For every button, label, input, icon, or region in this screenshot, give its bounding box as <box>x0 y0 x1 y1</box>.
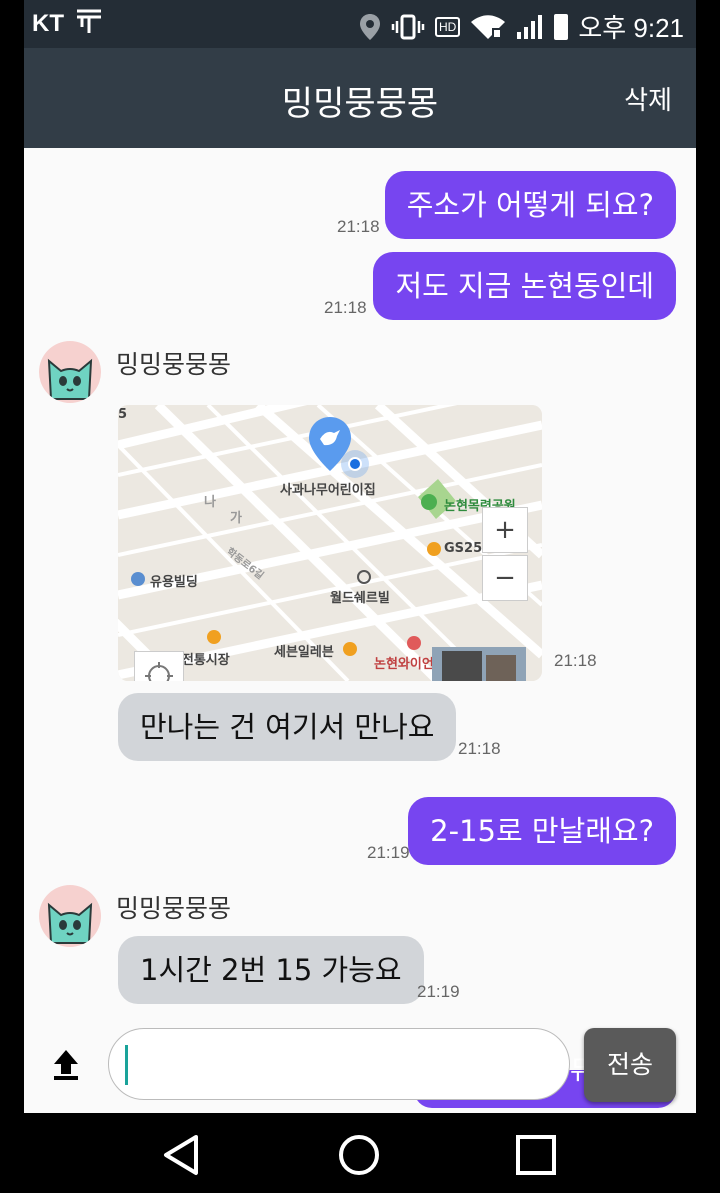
recents-icon[interactable] <box>514 1133 558 1177</box>
street-view-thumbnail[interactable] <box>432 647 526 681</box>
map-label: 월드쉐르빌 <box>330 591 390 606</box>
message-bubble-incoming[interactable]: 1시간 2번 15 가능요 <box>118 936 424 1004</box>
message-composer: 듀 전송 <box>24 1010 696 1113</box>
chat-list[interactable]: 주소가 어떻게 되요? 21:18 저도 지금 논현동인데 21:18 밍밍뭉뭉… <box>24 148 696 1113</box>
map-label: GS25 <box>444 541 483 556</box>
map-label: 논현와이언 <box>374 657 434 672</box>
convenience-store-icon <box>343 642 357 656</box>
sender-name: 밍밍뭉뭉몽 <box>116 350 232 379</box>
carrier-logo-icon <box>76 9 101 33</box>
home-icon[interactable] <box>337 1133 381 1177</box>
message-input[interactable] <box>108 1028 570 1100</box>
message-time: 21:19 <box>417 982 460 1001</box>
signal-icon <box>517 14 543 39</box>
status-icons: HD 오후 9:21 <box>359 8 684 45</box>
message-time: 21:18 <box>324 298 367 317</box>
text-caret <box>125 1045 128 1085</box>
upload-button[interactable] <box>48 1046 84 1082</box>
zoom-in-button[interactable]: + <box>482 507 528 553</box>
cat-avatar-icon <box>47 358 93 400</box>
building-icon <box>131 572 145 586</box>
wifi-icon <box>471 14 506 39</box>
landmark-icon <box>357 570 371 584</box>
message-time: 21:18 <box>554 651 597 670</box>
chat-title: 밍밍뭉뭉몽 <box>281 84 439 124</box>
map-label: 사과나무어린이집 <box>280 483 376 498</box>
message-time: 21:18 <box>458 739 501 758</box>
carrier-label: KT <box>32 8 103 38</box>
map-label: 나 <box>204 495 216 510</box>
sender-name: 밍밍뭉뭉몽 <box>116 894 232 923</box>
battery-icon <box>554 13 569 40</box>
park-icon <box>421 494 437 510</box>
map-label: 가 <box>230 511 242 526</box>
map-label: 5 <box>118 407 128 422</box>
message-bubble-outgoing[interactable]: 2-15로 만날래요? <box>408 797 676 865</box>
map-label: 세븐일레븐 <box>274 645 334 660</box>
my-location-button[interactable] <box>134 651 184 681</box>
clock: 오후 9:21 <box>578 13 684 43</box>
send-button[interactable]: 전송 <box>584 1028 676 1102</box>
status-bar: KT HD 오후 9:21 <box>24 0 696 48</box>
message-time: 21:19 <box>367 843 410 862</box>
zoom-out-button[interactable]: − <box>482 555 528 601</box>
current-location-icon <box>341 450 369 478</box>
location-icon <box>359 13 380 40</box>
navigation-bar <box>0 1113 720 1193</box>
upload-icon <box>54 1050 78 1080</box>
message-bubble-outgoing[interactable]: 저도 지금 논현동인데 <box>373 252 676 320</box>
message-bubble-outgoing[interactable]: 주소가 어떻게 되요? <box>384 171 676 239</box>
back-icon[interactable] <box>160 1133 204 1177</box>
avatar[interactable] <box>39 341 101 403</box>
cat-avatar-icon <box>47 902 93 944</box>
map-message[interactable]: 5 나 가 사과나무어린이집 논현목련공원 GS25 유용빌딩 월드쉐르빌 학동… <box>118 405 542 681</box>
avatar[interactable] <box>39 885 101 947</box>
message-bubble-incoming[interactable]: 만나는 건 여기서 만나요 <box>118 693 457 761</box>
building-photo-icon <box>432 647 526 681</box>
store-icon <box>427 542 441 556</box>
vibrate-icon <box>391 14 425 39</box>
market-icon <box>207 630 221 644</box>
app-bar: 밍밍뭉뭉몽 삭제 <box>24 48 696 148</box>
map-label: 유용빌딩 <box>150 575 198 590</box>
hd-voice-icon: HD <box>434 16 461 37</box>
bar-icon <box>407 636 421 650</box>
crosshair-icon <box>145 662 173 681</box>
delete-button[interactable]: 삭제 <box>624 80 672 117</box>
message-time: 21:18 <box>337 217 380 236</box>
